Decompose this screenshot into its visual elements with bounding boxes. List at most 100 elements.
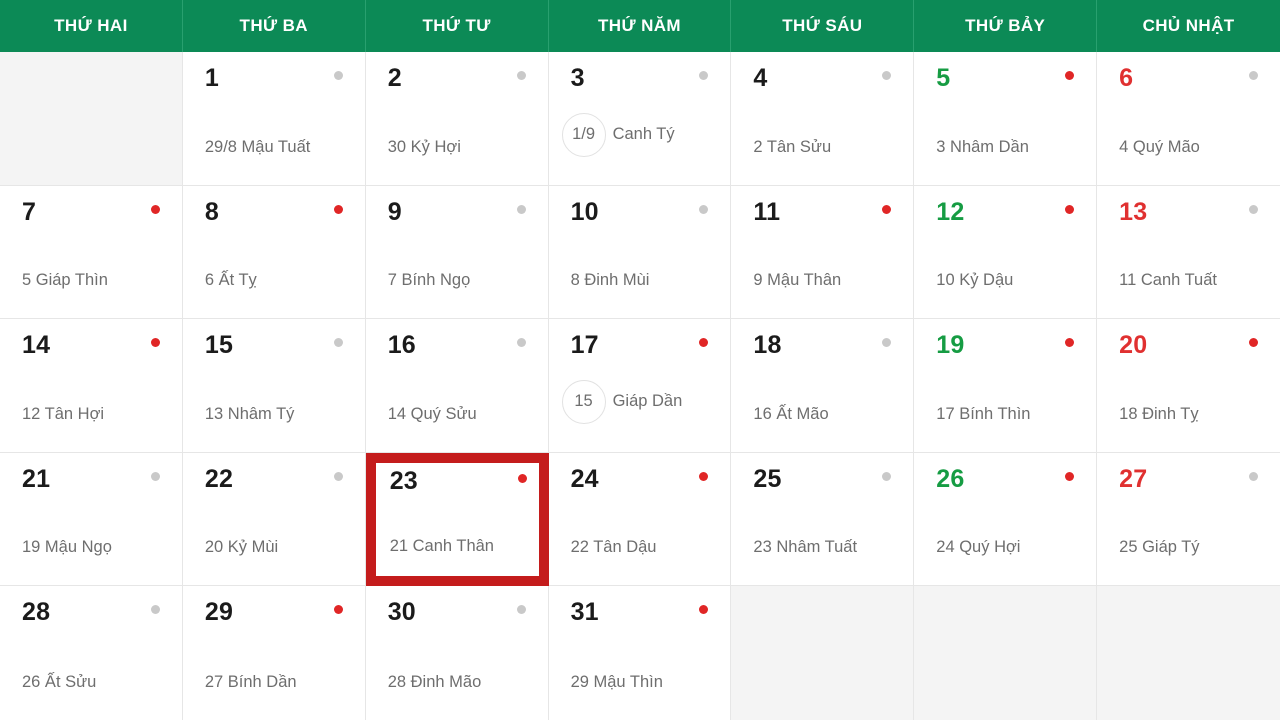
- solar-day-number: 15: [204, 331, 234, 360]
- solar-day-number: 27: [1119, 464, 1148, 493]
- lunar-info: 17 Bính Thìn: [936, 405, 1078, 424]
- lunar-day-label: Giáp Dần: [612, 392, 683, 411]
- lunar-day-label: 30 Kỷ Hợi: [387, 137, 461, 156]
- day-cell[interactable]: 9 7 Bính Ngọ: [365, 185, 549, 320]
- lunar-info: 29 Mậu Thìn: [571, 673, 713, 692]
- event-dot-gray-icon: [333, 471, 343, 481]
- day-cell[interactable]: 7 5 Giáp Thìn: [0, 185, 183, 320]
- day-cell[interactable]: 13 11 Canh Tuất: [1097, 185, 1280, 320]
- week-row: 1 29/8 Mậu Tuất 2 30 Kỷ Hợi 3 1/9 Canh Tý 4 2 Tâ…: [0, 52, 1280, 186]
- weekday-header-6: CHỦ NHẬT: [1097, 0, 1280, 52]
- lunar-day-label: 12 Tân Hợi: [22, 404, 105, 423]
- lunar-day-label: 5 Giáp Thìn: [22, 271, 108, 290]
- calendar-weeks: 1 29/8 Mậu Tuất 2 30 Kỷ Hợi 3 1/9 Canh Tý 4 2 Tâ…: [0, 52, 1280, 720]
- lunar-day-label: 10 Kỷ Dậu: [936, 271, 1014, 290]
- day-cell[interactable]: 29 27 Bính Dần: [182, 586, 366, 720]
- lunar-day-label: 21 Canh Thân: [389, 537, 494, 556]
- event-dot-gray-icon: [333, 71, 343, 80]
- event-dot-red-icon: [517, 473, 527, 483]
- week-row: 21 19 Mậu Ngọ 22 20 Kỷ Mùi 23 21 Canh Thân 24 2…: [0, 452, 1280, 587]
- lunar-info: 1/9 Canh Tý: [561, 112, 713, 157]
- day-cell[interactable]: 21 19 Mậu Ngọ: [0, 452, 183, 587]
- day-cell[interactable]: 1 29/8 Mậu Tuất: [182, 52, 366, 186]
- day-cell[interactable]: 28 26 Ất Sửu: [0, 586, 183, 720]
- solar-day-number: 25: [753, 464, 782, 493]
- weekday-header-2: THỨ TƯ: [365, 0, 549, 52]
- weekday-header-0: THỨ HAI: [0, 0, 183, 52]
- day-cell[interactable]: 30 28 Đinh Mão: [365, 586, 549, 720]
- lunar-info: 23 Nhâm Tuất: [753, 538, 895, 557]
- lunar-day-label: 24 Quý Hợi: [936, 538, 1021, 557]
- event-dot-gray-icon: [516, 204, 526, 214]
- event-dot-red-icon: [882, 204, 892, 214]
- lunar-day-label: 29/8 Mậu Tuất: [204, 137, 311, 156]
- lunar-info: 4 Quý Mão: [1119, 138, 1262, 157]
- day-cell-empty: [1097, 586, 1280, 720]
- lunar-info: 11 Canh Tuất: [1119, 271, 1262, 290]
- day-cell[interactable]: 2 30 Kỷ Hợi: [365, 52, 549, 186]
- lunar-day-label: 19 Mậu Ngọ: [22, 538, 112, 557]
- day-cell[interactable]: 14 12 Tân Hợi: [0, 319, 183, 453]
- calendar: THỨ HAI THỨ BA THỨ TƯ THỨ NĂM THỨ SÁU THỨ BẢY…: [0, 0, 1280, 720]
- day-cell[interactable]: 27 25 Giáp Tý: [1097, 452, 1280, 587]
- day-cell[interactable]: 10 8 Đinh Mùi: [548, 185, 732, 320]
- lunar-info: 8 Đinh Mùi: [571, 271, 713, 290]
- weekday-header-1: THỨ BA: [182, 0, 366, 52]
- day-cell[interactable]: 5 3 Nhâm Dần: [914, 52, 1098, 186]
- day-cell[interactable]: 12 10 Kỷ Dậu: [914, 185, 1098, 320]
- weekday-header-4: THỨ SÁU: [731, 0, 915, 52]
- lunar-day-label: 28 Đinh Mão: [387, 672, 482, 691]
- day-cell[interactable]: 4 2 Tân Sửu: [731, 52, 915, 186]
- solar-day-number: 30: [387, 598, 416, 627]
- day-cell[interactable]: 18 16 Ất Mão: [731, 319, 915, 453]
- solar-day-number: 17: [570, 331, 599, 360]
- lunar-day-label: 13 Nhâm Tý: [204, 404, 295, 423]
- solar-day-number: 13: [1119, 197, 1148, 226]
- weekday-header-5: THỨ BẢY: [914, 0, 1098, 52]
- day-cell[interactable]: 25 23 Nhâm Tuất: [731, 452, 915, 587]
- day-cell-empty: [914, 586, 1098, 720]
- solar-day-number: 5: [936, 64, 951, 92]
- lunar-info: 7 Bính Ngọ: [388, 271, 530, 290]
- event-dot-gray-icon: [1249, 71, 1258, 80]
- solar-day-number: 16: [387, 331, 416, 360]
- solar-day-number: 23: [389, 466, 418, 495]
- event-dot-gray-icon: [516, 71, 526, 80]
- day-cell[interactable]: 26 24 Quý Hợi: [914, 452, 1098, 587]
- weekday-header-row: THỨ HAI THỨ BA THỨ TƯ THỨ NĂM THỨ SÁU THỨ BẢY…: [0, 0, 1280, 52]
- lunar-day-label: 2 Tân Sửu: [753, 137, 832, 156]
- day-cell[interactable]: 16 14 Quý Sửu: [365, 319, 549, 453]
- day-cell-empty: [731, 586, 915, 720]
- lunar-info: 6 Ất Tỵ: [205, 271, 347, 290]
- solar-day-number: 19: [936, 331, 965, 360]
- solar-day-number: 9: [387, 197, 402, 226]
- lunar-day-label: 18 Đinh Tỵ: [1119, 404, 1199, 423]
- lunar-day-label: 23 Nhâm Tuất: [753, 538, 858, 557]
- event-dot-gray-icon: [333, 338, 343, 348]
- day-cell[interactable]: 6 4 Quý Mão: [1097, 52, 1280, 186]
- day-cell[interactable]: 11 9 Mậu Thân: [731, 185, 915, 320]
- lunar-day-label: 16 Ất Mão: [753, 404, 829, 423]
- day-cell[interactable]: 20 18 Đinh Tỵ: [1097, 319, 1280, 453]
- solar-day-number: 11: [753, 197, 781, 226]
- day-cell[interactable]: 19 17 Bính Thìn: [914, 319, 1098, 453]
- day-cell[interactable]: 24 22 Tân Dậu: [548, 452, 732, 587]
- solar-day-number: 31: [570, 598, 599, 627]
- day-cell-selected[interactable]: 23 21 Canh Thân: [365, 452, 549, 587]
- lunar-info: 25 Giáp Tý: [1119, 538, 1262, 557]
- day-cell[interactable]: 8 6 Ất Tỵ: [182, 185, 366, 320]
- day-cell[interactable]: 15 13 Nhâm Tý: [182, 319, 366, 453]
- lunar-info: 27 Bính Dần: [205, 673, 347, 692]
- lunar-info: 15 Giáp Dần: [561, 379, 713, 424]
- event-dot-gray-icon: [1249, 471, 1258, 481]
- solar-day-number: 21: [22, 464, 51, 493]
- solar-day-number: 1: [204, 64, 219, 92]
- lunar-day-label: 3 Nhâm Dần: [936, 137, 1029, 156]
- lunar-info: 30 Kỷ Hợi: [388, 138, 530, 157]
- day-cell[interactable]: 31 29 Mậu Thìn: [548, 586, 732, 720]
- day-cell[interactable]: 17 15 Giáp Dần: [548, 319, 732, 453]
- lunar-info: 20 Kỷ Mùi: [205, 538, 347, 557]
- day-cell[interactable]: 22 20 Kỷ Mùi: [182, 452, 366, 587]
- day-cell[interactable]: 3 1/9 Canh Tý: [548, 52, 732, 186]
- lunar-info: 13 Nhâm Tý: [205, 405, 347, 424]
